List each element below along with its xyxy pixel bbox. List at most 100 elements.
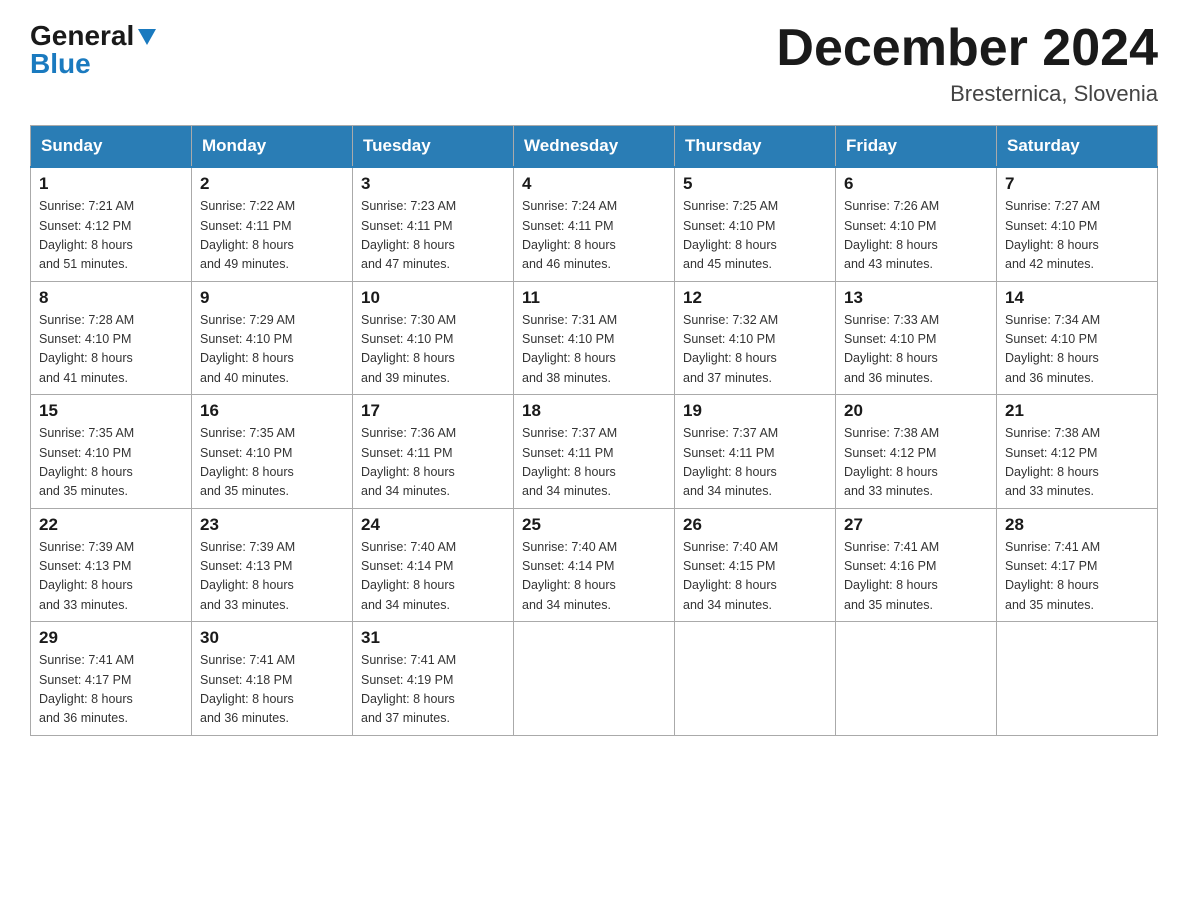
day-info: Sunrise: 7:30 AMSunset: 4:10 PMDaylight:… [361, 311, 505, 389]
day-number: 27 [844, 515, 988, 535]
day-info: Sunrise: 7:41 AMSunset: 4:16 PMDaylight:… [844, 538, 988, 616]
day-info: Sunrise: 7:28 AMSunset: 4:10 PMDaylight:… [39, 311, 183, 389]
day-info: Sunrise: 7:35 AMSunset: 4:10 PMDaylight:… [200, 424, 344, 502]
col-header-thursday: Thursday [675, 126, 836, 168]
calendar-cell: 1Sunrise: 7:21 AMSunset: 4:12 PMDaylight… [31, 167, 192, 281]
col-header-wednesday: Wednesday [514, 126, 675, 168]
calendar-cell: 10 Sunrise: 7:30 AMSunset: 4:10 PMDayligh… [353, 281, 514, 395]
calendar-table: SundayMondayTuesdayWednesdayThursdayFrid… [30, 125, 1158, 736]
calendar-cell [514, 622, 675, 736]
day-number: 20 [844, 401, 988, 421]
day-number: 15 [39, 401, 183, 421]
calendar-cell: 22 Sunrise: 7:39 AMSunset: 4:13 PMDayligh… [31, 508, 192, 622]
day-number: 6 [844, 174, 988, 194]
day-info: Sunrise: 7:41 AMSunset: 4:17 PMDaylight:… [1005, 538, 1149, 616]
day-number: 23 [200, 515, 344, 535]
day-number: 10 [361, 288, 505, 308]
day-info: Sunrise: 7:34 AMSunset: 4:10 PMDaylight:… [1005, 311, 1149, 389]
day-info: Sunrise: 7:26 AMSunset: 4:10 PMDaylight:… [844, 197, 988, 275]
calendar-week-row: 1Sunrise: 7:21 AMSunset: 4:12 PMDaylight… [31, 167, 1158, 281]
day-number: 7 [1005, 174, 1149, 194]
day-info: Sunrise: 7:23 AMSunset: 4:11 PMDaylight:… [361, 197, 505, 275]
col-header-tuesday: Tuesday [353, 126, 514, 168]
day-info: Sunrise: 7:40 AMSunset: 4:14 PMDaylight:… [361, 538, 505, 616]
calendar-cell: 28 Sunrise: 7:41 AMSunset: 4:17 PMDayligh… [997, 508, 1158, 622]
calendar-cell: 27 Sunrise: 7:41 AMSunset: 4:16 PMDayligh… [836, 508, 997, 622]
calendar-week-row: 22 Sunrise: 7:39 AMSunset: 4:13 PMDayligh… [31, 508, 1158, 622]
day-info: Sunrise: 7:37 AMSunset: 4:11 PMDaylight:… [683, 424, 827, 502]
day-number: 8 [39, 288, 183, 308]
month-title: December 2024 [776, 20, 1158, 77]
day-info: Sunrise: 7:39 AMSunset: 4:13 PMDaylight:… [200, 538, 344, 616]
calendar-cell: 14 Sunrise: 7:34 AMSunset: 4:10 PMDayligh… [997, 281, 1158, 395]
day-number: 5 [683, 174, 827, 194]
day-number: 1 [39, 174, 183, 194]
day-info: Sunrise: 7:25 AMSunset: 4:10 PMDaylight:… [683, 197, 827, 275]
calendar-cell: 23 Sunrise: 7:39 AMSunset: 4:13 PMDayligh… [192, 508, 353, 622]
calendar-cell: 18 Sunrise: 7:37 AMSunset: 4:11 PMDayligh… [514, 395, 675, 509]
calendar-cell: 21 Sunrise: 7:38 AMSunset: 4:12 PMDayligh… [997, 395, 1158, 509]
day-info: Sunrise: 7:38 AMSunset: 4:12 PMDaylight:… [1005, 424, 1149, 502]
day-number: 14 [1005, 288, 1149, 308]
calendar-cell: 6 Sunrise: 7:26 AMSunset: 4:10 PMDaylight… [836, 167, 997, 281]
calendar-cell: 17 Sunrise: 7:36 AMSunset: 4:11 PMDayligh… [353, 395, 514, 509]
calendar-cell: 4Sunrise: 7:24 AMSunset: 4:11 PMDaylight… [514, 167, 675, 281]
day-number: 25 [522, 515, 666, 535]
day-info: Sunrise: 7:38 AMSunset: 4:12 PMDaylight:… [844, 424, 988, 502]
day-number: 24 [361, 515, 505, 535]
calendar-cell: 8 Sunrise: 7:28 AMSunset: 4:10 PMDaylight… [31, 281, 192, 395]
calendar-week-row: 8 Sunrise: 7:28 AMSunset: 4:10 PMDaylight… [31, 281, 1158, 395]
day-info: Sunrise: 7:22 AMSunset: 4:11 PMDaylight:… [200, 197, 344, 275]
day-info: Sunrise: 7:41 AMSunset: 4:17 PMDaylight:… [39, 651, 183, 729]
day-number: 4 [522, 174, 666, 194]
title-block: December 2024 Bresternica, Slovenia [776, 20, 1158, 107]
logo-blue-text: Blue [30, 48, 91, 80]
calendar-cell: 19 Sunrise: 7:37 AMSunset: 4:11 PMDayligh… [675, 395, 836, 509]
day-info: Sunrise: 7:29 AMSunset: 4:10 PMDaylight:… [200, 311, 344, 389]
day-info: Sunrise: 7:36 AMSunset: 4:11 PMDaylight:… [361, 424, 505, 502]
calendar-cell: 29Sunrise: 7:41 AMSunset: 4:17 PMDayligh… [31, 622, 192, 736]
day-number: 9 [200, 288, 344, 308]
day-number: 22 [39, 515, 183, 535]
day-number: 21 [1005, 401, 1149, 421]
calendar-cell [675, 622, 836, 736]
calendar-cell: 3 Sunrise: 7:23 AMSunset: 4:11 PMDaylight… [353, 167, 514, 281]
day-number: 31 [361, 628, 505, 648]
location-text: Bresternica, Slovenia [776, 81, 1158, 107]
day-number: 3 [361, 174, 505, 194]
calendar-cell [997, 622, 1158, 736]
calendar-cell: 11Sunrise: 7:31 AMSunset: 4:10 PMDayligh… [514, 281, 675, 395]
col-header-friday: Friday [836, 126, 997, 168]
calendar-week-row: 15 Sunrise: 7:35 AMSunset: 4:10 PMDayligh… [31, 395, 1158, 509]
calendar-cell: 31Sunrise: 7:41 AMSunset: 4:19 PMDayligh… [353, 622, 514, 736]
calendar-cell: 2 Sunrise: 7:22 AMSunset: 4:11 PMDaylight… [192, 167, 353, 281]
day-number: 26 [683, 515, 827, 535]
day-info: Sunrise: 7:31 AMSunset: 4:10 PMDaylight:… [522, 311, 666, 389]
col-header-sunday: Sunday [31, 126, 192, 168]
col-header-monday: Monday [192, 126, 353, 168]
calendar-header-row: SundayMondayTuesdayWednesdayThursdayFrid… [31, 126, 1158, 168]
calendar-cell: 13Sunrise: 7:33 AMSunset: 4:10 PMDayligh… [836, 281, 997, 395]
calendar-cell: 7 Sunrise: 7:27 AMSunset: 4:10 PMDaylight… [997, 167, 1158, 281]
calendar-cell: 12 Sunrise: 7:32 AMSunset: 4:10 PMDayligh… [675, 281, 836, 395]
day-info: Sunrise: 7:27 AMSunset: 4:10 PMDaylight:… [1005, 197, 1149, 275]
calendar-cell: 16Sunrise: 7:35 AMSunset: 4:10 PMDayligh… [192, 395, 353, 509]
day-number: 2 [200, 174, 344, 194]
day-info: Sunrise: 7:40 AMSunset: 4:15 PMDaylight:… [683, 538, 827, 616]
day-number: 30 [200, 628, 344, 648]
day-info: Sunrise: 7:32 AMSunset: 4:10 PMDaylight:… [683, 311, 827, 389]
calendar-week-row: 29Sunrise: 7:41 AMSunset: 4:17 PMDayligh… [31, 622, 1158, 736]
day-info: Sunrise: 7:33 AMSunset: 4:10 PMDaylight:… [844, 311, 988, 389]
day-info: Sunrise: 7:40 AMSunset: 4:14 PMDaylight:… [522, 538, 666, 616]
day-info: Sunrise: 7:39 AMSunset: 4:13 PMDaylight:… [39, 538, 183, 616]
day-number: 17 [361, 401, 505, 421]
logo-triangle-icon [136, 25, 158, 47]
calendar-cell: 24 Sunrise: 7:40 AMSunset: 4:14 PMDayligh… [353, 508, 514, 622]
day-number: 28 [1005, 515, 1149, 535]
day-info: Sunrise: 7:37 AMSunset: 4:11 PMDaylight:… [522, 424, 666, 502]
col-header-saturday: Saturday [997, 126, 1158, 168]
day-number: 12 [683, 288, 827, 308]
day-info: Sunrise: 7:35 AMSunset: 4:10 PMDaylight:… [39, 424, 183, 502]
day-number: 19 [683, 401, 827, 421]
day-number: 18 [522, 401, 666, 421]
